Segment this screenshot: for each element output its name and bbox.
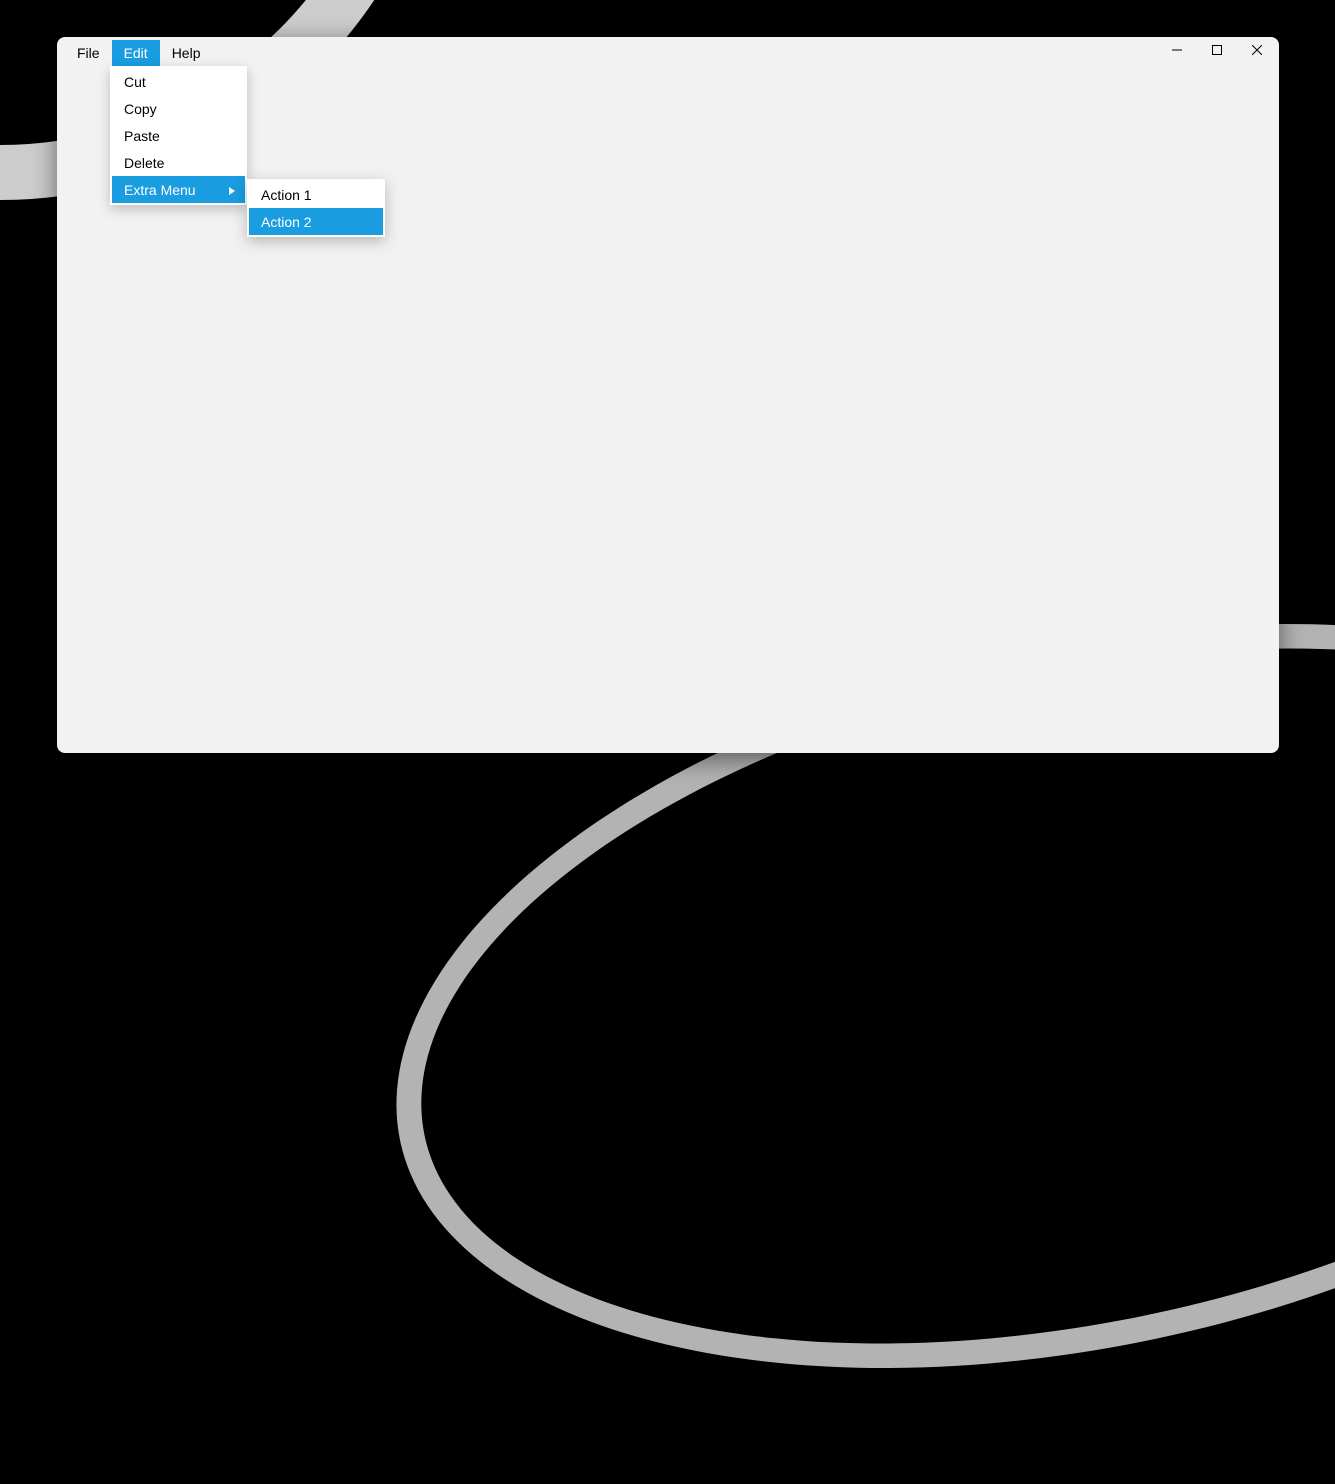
menu-item-label: Copy bbox=[124, 101, 157, 117]
menu-item-copy[interactable]: Copy bbox=[112, 95, 245, 122]
menu-item-label: Paste bbox=[124, 128, 160, 144]
menu-item-cut[interactable]: Cut bbox=[112, 68, 245, 95]
menu-item-label: Action 1 bbox=[261, 187, 312, 203]
menu-item-action-1[interactable]: Action 1 bbox=[249, 181, 383, 208]
menu-item-label: Extra Menu bbox=[124, 182, 196, 198]
menubar-item-help[interactable]: Help bbox=[160, 40, 213, 66]
menu-item-action-2[interactable]: Action 2 bbox=[249, 208, 383, 235]
menu-item-label: Cut bbox=[124, 74, 146, 90]
extra-menu-submenu: Action 1 Action 2 bbox=[247, 179, 385, 237]
menu-item-label: Delete bbox=[124, 155, 164, 171]
menu-item-delete[interactable]: Delete bbox=[112, 149, 245, 176]
menubar-label: Edit bbox=[124, 45, 148, 61]
menubar-label: Help bbox=[172, 45, 201, 61]
menu-item-extra-menu[interactable]: Extra Menu bbox=[112, 176, 245, 203]
menu-item-paste[interactable]: Paste bbox=[112, 122, 245, 149]
menubar-item-edit[interactable]: Edit bbox=[112, 40, 160, 66]
application-window: File Edit Help Cut Copy Paste Delete Ext… bbox=[57, 37, 1279, 753]
menubar-label: File bbox=[77, 45, 100, 61]
menubar-item-file[interactable]: File bbox=[65, 40, 112, 66]
submenu-arrow-icon bbox=[229, 182, 235, 198]
edit-menu-dropdown: Cut Copy Paste Delete Extra Menu bbox=[110, 66, 247, 205]
menubar: File Edit Help bbox=[65, 40, 212, 66]
menu-item-label: Action 2 bbox=[261, 214, 312, 230]
